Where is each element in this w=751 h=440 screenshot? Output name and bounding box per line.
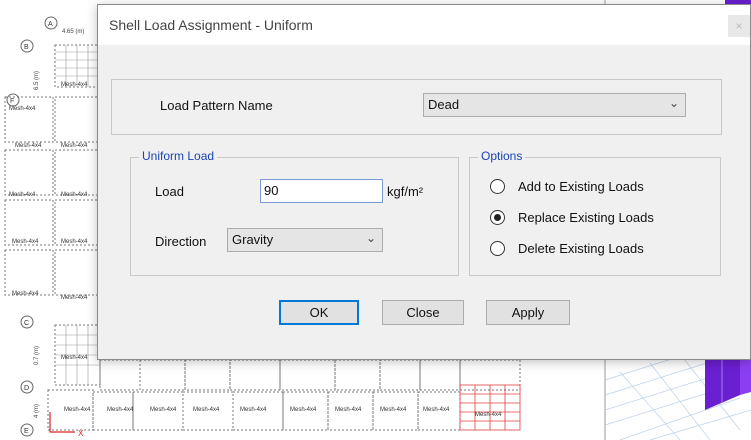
mesh-label: Mesh-4x4 bbox=[423, 407, 450, 413]
left-mesh-column bbox=[4, 44, 101, 431]
mesh-label: Mesh-4x4 bbox=[475, 412, 502, 418]
uniform-load-title: Uniform Load bbox=[139, 149, 218, 163]
grid-bubble-e: E bbox=[20, 423, 34, 437]
direction-value: Gravity bbox=[232, 232, 274, 247]
mesh-label: Mesh-4x4 bbox=[64, 407, 91, 413]
mesh-label: Mesh-4x4 bbox=[15, 143, 42, 149]
mesh-label: Mesh-4x4 bbox=[380, 407, 407, 413]
load-pattern-select[interactable]: Dead ⌄ bbox=[423, 93, 686, 117]
svg-text:F: F bbox=[10, 98, 14, 105]
dialog-body: Load Pattern Name Dead ⌄ Uniform Load Lo… bbox=[98, 45, 750, 359]
mesh-label: Mesh-4x4 bbox=[150, 407, 177, 413]
replace-loads-radio[interactable] bbox=[490, 210, 505, 225]
mesh-label: Mesh-4x4 bbox=[193, 407, 220, 413]
close-button[interactable]: Close bbox=[382, 300, 464, 325]
grid-bubble-f: F bbox=[6, 93, 20, 107]
options-title: Options bbox=[478, 149, 526, 163]
mesh-label: Mesh-4x4 bbox=[9, 192, 36, 198]
dimension-label: 4.65 (m) bbox=[62, 29, 84, 35]
delete-loads-radio[interactable] bbox=[490, 241, 505, 256]
bottom-mesh-row bbox=[92, 359, 521, 431]
load-value-input[interactable]: 90 bbox=[260, 179, 383, 203]
selected-shell bbox=[459, 384, 521, 431]
direction-select[interactable]: Gravity ⌄ bbox=[227, 228, 383, 252]
mesh-label: Mesh-4x4 bbox=[12, 239, 39, 245]
dimension-label: 4 (m) bbox=[34, 404, 40, 418]
replace-loads-label[interactable]: Replace Existing Loads bbox=[518, 210, 654, 225]
mesh-label: Mesh-4x4 bbox=[61, 192, 88, 198]
mesh-label: Mesh-4x4 bbox=[61, 143, 88, 149]
mesh-label: Mesh-4x4 bbox=[12, 291, 39, 297]
svg-text:B: B bbox=[24, 44, 29, 51]
add-loads-label[interactable]: Add to Existing Loads bbox=[518, 179, 644, 194]
options-group: Options Add to Existing Loads Replace Ex… bbox=[469, 149, 721, 276]
mesh-label: Mesh-4x4 bbox=[290, 407, 317, 413]
mesh-hatch bbox=[55, 45, 100, 385]
chevron-down-icon: ⌄ bbox=[365, 231, 376, 245]
dialog-title: Shell Load Assignment - Uniform bbox=[109, 17, 313, 33]
load-pattern-label: Load Pattern Name bbox=[160, 98, 273, 113]
load-unit-label: kgf/m² bbox=[387, 184, 424, 199]
load-pattern-value: Dead bbox=[428, 97, 460, 112]
shell-load-dialog: Shell Load Assignment - Uniform × Load P… bbox=[97, 4, 751, 360]
mesh-label: Mesh-4x4 bbox=[335, 407, 362, 413]
grid-bubble-c: C bbox=[20, 315, 34, 329]
svg-text:D: D bbox=[24, 385, 29, 392]
svg-text:X: X bbox=[78, 429, 84, 438]
mesh-label: Mesh-4x4 bbox=[61, 239, 88, 245]
mesh-label: Mesh-4x4 bbox=[107, 407, 134, 413]
mesh-label: Mesh-4x4 bbox=[61, 295, 88, 301]
grid-bubble-a: A bbox=[44, 16, 58, 30]
mesh-label: Mesh-4x4 bbox=[61, 82, 88, 88]
grid-bubble-b: B bbox=[20, 39, 34, 53]
dimension-label: 0.7 (m) bbox=[34, 346, 40, 365]
direction-label: Direction bbox=[155, 234, 207, 249]
svg-text:A: A bbox=[48, 21, 53, 28]
dialog-titlebar[interactable]: Shell Load Assignment - Uniform × bbox=[98, 5, 750, 45]
load-pattern-group: Load Pattern Name Dead ⌄ bbox=[111, 79, 722, 135]
load-label: Load bbox=[155, 184, 184, 199]
close-icon[interactable]: × bbox=[728, 15, 750, 37]
svg-text:E: E bbox=[24, 428, 29, 435]
mesh-label: Mesh-4x4 bbox=[240, 407, 267, 413]
add-loads-radio[interactable] bbox=[490, 179, 505, 194]
grid-bubble-d: D bbox=[20, 380, 34, 394]
mesh-label: Mesh-4x4 bbox=[9, 106, 36, 112]
delete-loads-label[interactable]: Delete Existing Loads bbox=[518, 241, 644, 256]
ok-button[interactable]: OK bbox=[279, 300, 359, 325]
chevron-down-icon: ⌄ bbox=[668, 96, 679, 110]
svg-text:C: C bbox=[24, 320, 29, 327]
axis-origin-icon: X bbox=[49, 412, 84, 438]
mesh-label: Mesh-4x4 bbox=[61, 355, 88, 361]
uniform-load-group: Uniform Load Load 90 kgf/m² Direction Gr… bbox=[130, 149, 459, 276]
dimension-label: 6.5 (m) bbox=[34, 71, 40, 90]
apply-button[interactable]: Apply bbox=[486, 300, 570, 325]
